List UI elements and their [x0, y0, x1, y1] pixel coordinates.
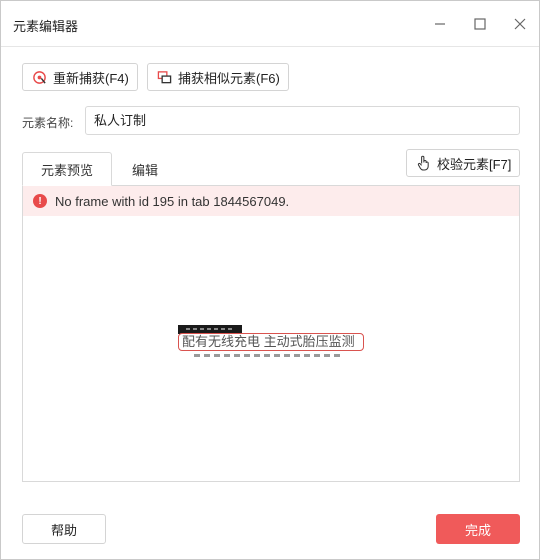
error-icon: ! — [33, 194, 47, 208]
capture-similar-button[interactable]: 捕获相似元素(F6) — [147, 63, 289, 91]
maximize-button[interactable] — [469, 13, 491, 35]
help-button[interactable]: 帮助 — [22, 514, 106, 544]
done-button[interactable]: 完成 — [436, 514, 520, 544]
recapture-icon — [31, 69, 47, 85]
preview-context-strip-bottom — [194, 354, 344, 357]
error-message: No frame with id 195 in tab 1844567049. — [55, 193, 290, 209]
minimize-icon — [435, 23, 445, 25]
selected-element-highlight: 配有无线充电 主动式胎压监测 — [178, 333, 364, 351]
element-preview-image: 配有无线充电 主动式胎压监测 — [176, 322, 366, 362]
element-editor-window: 元素编辑器 重新捕获(F4) 捕获相似元素(F6) 元素名称: 私人订制 元素预… — [0, 0, 540, 560]
error-banner: ! No frame with id 195 in tab 1844567049… — [23, 186, 519, 216]
recapture-label: 重新捕获(F4) — [53, 70, 129, 86]
close-icon — [514, 18, 526, 30]
preview-panel: ! No frame with id 195 in tab 1844567049… — [22, 185, 520, 482]
recapture-button[interactable]: 重新捕获(F4) — [22, 63, 138, 91]
capture-similar-icon — [156, 69, 172, 85]
titlebar: 元素编辑器 — [1, 1, 539, 47]
tab-element-preview[interactable]: 元素预览 — [22, 152, 112, 186]
validate-element-label: 校验元素[F7] — [437, 156, 512, 172]
minimize-button[interactable] — [429, 13, 451, 35]
capture-similar-label: 捕获相似元素(F6) — [178, 70, 280, 86]
hand-pointer-icon — [415, 155, 431, 171]
maximize-icon — [474, 18, 486, 30]
validate-element-button[interactable]: 校验元素[F7] — [406, 149, 521, 177]
tab-edit[interactable]: 编辑 — [113, 152, 177, 186]
element-name-input[interactable]: 私人订制 — [85, 106, 520, 135]
close-button[interactable] — [509, 13, 531, 35]
window-title: 元素编辑器 — [13, 19, 79, 34]
element-name-label: 元素名称: — [22, 116, 74, 130]
